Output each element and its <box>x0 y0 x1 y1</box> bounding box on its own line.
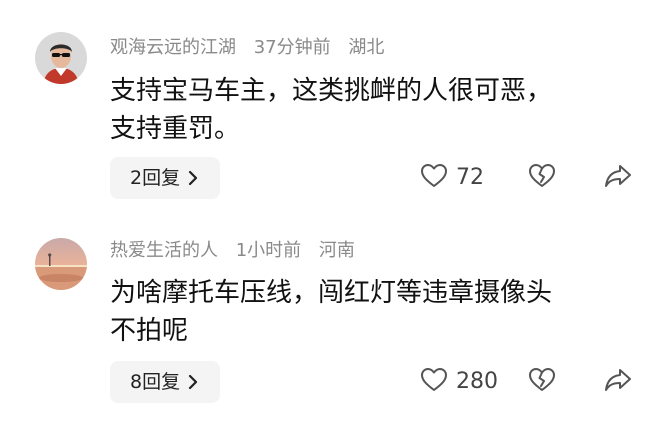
comment-text-line: 为啥摩托车压线，闯红灯等违章摄像头 <box>110 278 553 308</box>
comment-actions: 280 <box>420 361 632 403</box>
avatar[interactable] <box>35 238 87 290</box>
comment-text-line: 不拍呢 <box>110 316 189 346</box>
location: 湖北 <box>348 37 385 58</box>
view-replies-button[interactable]: 2回复 <box>110 157 221 199</box>
comment-item: 热爱生活的人 1小时前 河南 为啥摩托车压线，闯红灯等违章摄像头 不拍呢 8回复… <box>0 215 660 435</box>
dislike-button[interactable] <box>528 367 556 397</box>
comment-item: 观海云远的江湖 37分钟前 湖北 支持宝马车主，这类挑衅的人很可恶， 支持重罚。… <box>0 0 660 215</box>
share-arrow-icon <box>604 163 632 193</box>
replies-label: 2回复 <box>130 167 181 189</box>
chevron-right-icon <box>188 170 198 186</box>
comment-text: 为啥摩托车压线，闯红灯等违章摄像头 不拍呢 <box>110 274 640 350</box>
sunset-beach-avatar-icon <box>35 238 87 290</box>
like-button[interactable]: 280 <box>420 367 520 397</box>
like-count: 280 <box>456 369 498 394</box>
broken-heart-icon <box>528 367 556 397</box>
timestamp: 37分钟前 <box>253 37 331 58</box>
comment-meta: 观海云远的江湖 37分钟前 湖北 <box>110 36 396 60</box>
avatar[interactable] <box>35 32 87 84</box>
heart-icon <box>420 367 448 397</box>
share-button[interactable] <box>604 367 632 397</box>
heart-icon <box>420 163 448 193</box>
share-button[interactable] <box>604 163 632 193</box>
comment-text-line: 支持重罚。 <box>110 114 241 144</box>
comment-actions: 72 <box>420 157 632 199</box>
dislike-button[interactable] <box>528 163 556 193</box>
replies-label: 8回复 <box>130 371 181 393</box>
timestamp: 1小时前 <box>235 240 302 261</box>
like-button[interactable]: 72 <box>420 163 510 193</box>
share-arrow-icon <box>604 367 632 397</box>
comment-text: 支持宝马车主，这类挑衅的人很可恶， 支持重罚。 <box>110 72 640 148</box>
username[interactable]: 观海云远的江湖 <box>110 37 236 58</box>
like-count: 72 <box>456 165 484 190</box>
comment-text-line: 支持宝马车主，这类挑衅的人很可恶， <box>110 76 553 106</box>
comment-meta: 热爱生活的人 1小时前 河南 <box>110 239 367 263</box>
broken-heart-icon <box>528 163 556 193</box>
man-with-sunglasses-avatar-icon <box>35 32 87 84</box>
location: 河南 <box>318 240 355 261</box>
chevron-right-icon <box>188 374 198 390</box>
view-replies-button[interactable]: 8回复 <box>110 361 221 403</box>
username[interactable]: 热爱生活的人 <box>110 240 218 261</box>
